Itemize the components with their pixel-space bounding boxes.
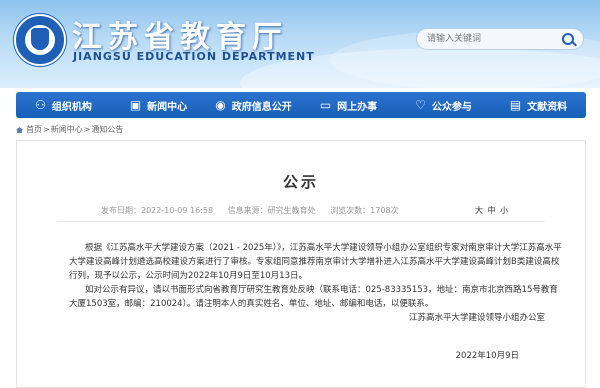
font-size-medium[interactable]: 中	[488, 206, 496, 215]
nav-item-label: 组织机构	[51, 101, 92, 113]
site-subtitle: JIANGSU EDUCATION DEPARTMENT	[73, 50, 315, 63]
breadcrumb: 首页>新闻中心>通知公告	[16, 124, 123, 135]
info-source: 信息来源：研究生教育处	[227, 206, 316, 215]
nav-item-gov-info[interactable]: ◉ 政府信息公开	[206, 92, 301, 118]
article-meta: 发布日期：2022-10-09 16:58 信息来源：研究生教育处 浏览次数：1…	[101, 205, 411, 216]
breadcrumb-separator: >	[43, 125, 50, 134]
search-input[interactable]	[427, 31, 555, 47]
main-nav: ⚇ 组织机构 ▣ 新闻中心 ◉ 政府信息公开 ▭ 网上办事 ♡ 公众参与 ▤ 文…	[16, 92, 586, 118]
nav-item-label: 政府信息公开	[231, 101, 292, 113]
article-paragraph: 如对公示有异议，请以书面形式向省教育厅研究生教育处反映（联系电话：025-833…	[69, 285, 558, 309]
emblem-logo-core	[31, 28, 49, 50]
emblem-logo[interactable]	[14, 14, 66, 66]
breadcrumb-notices-link[interactable]: 通知公告	[91, 125, 123, 134]
view-count: 浏览次数：1708次	[330, 206, 399, 215]
nav-item-label: 新闻中心	[147, 101, 188, 113]
site-header: 江苏省教育厅 JIANGSU EDUCATION DEPARTMENT	[0, 0, 600, 88]
font-size-small[interactable]: 小	[500, 206, 508, 215]
article-paragraph: 根据《江苏高水平大学建设方案（2021 - 2025年）》，江苏高水平大学建设领…	[69, 243, 562, 281]
home-icon	[16, 127, 23, 133]
nav-item-news[interactable]: ▣ 新闻中心	[111, 92, 206, 118]
computer-icon: ▭	[319, 98, 332, 112]
nav-item-label: 公众参与	[431, 101, 472, 113]
font-size-large[interactable]: 大	[475, 206, 483, 215]
article-title: 公示	[282, 173, 319, 191]
article-body: 根据《江苏高水平大学建设方案（2021 - 2025年）》，江苏高水平大学建设领…	[69, 241, 563, 311]
nav-item-label: 文献资料	[527, 101, 568, 113]
signature-date: 2022年10月9日	[455, 351, 519, 361]
nav-item-label: 网上办事	[337, 101, 378, 113]
search-box[interactable]	[416, 28, 584, 50]
breadcrumb-separator: >	[83, 125, 91, 134]
article-panel: 公示 发布日期：2022-10-09 16:58 信息来源：研究生教育处 浏览次…	[16, 140, 586, 388]
nav-item-organization[interactable]: ⚇ 组织机构	[16, 92, 111, 118]
documents-icon: ▤	[509, 98, 522, 112]
divider	[57, 221, 545, 222]
breadcrumb-news-link[interactable]: 新闻中心	[51, 125, 83, 134]
font-size-switcher: 大 中 小	[475, 205, 510, 216]
breadcrumb-home-link[interactable]: 首页	[26, 125, 42, 134]
publish-date: 发布日期：2022-10-09 16:58	[101, 206, 214, 215]
nav-item-online-services[interactable]: ▭ 网上办事	[301, 92, 396, 118]
nav-item-documents[interactable]: ▤ 文献资料	[491, 92, 586, 118]
signature-organization: 江苏高水平大学建设领导小组办公室	[408, 313, 545, 323]
search-icon[interactable]	[562, 33, 574, 45]
info-icon: ◉	[215, 98, 226, 112]
nav-item-public-participation[interactable]: ♡ 公众参与	[396, 92, 491, 118]
org-chart-icon: ⚇	[35, 98, 46, 112]
heart-icon: ♡	[415, 98, 426, 112]
news-icon: ▣	[129, 98, 142, 112]
